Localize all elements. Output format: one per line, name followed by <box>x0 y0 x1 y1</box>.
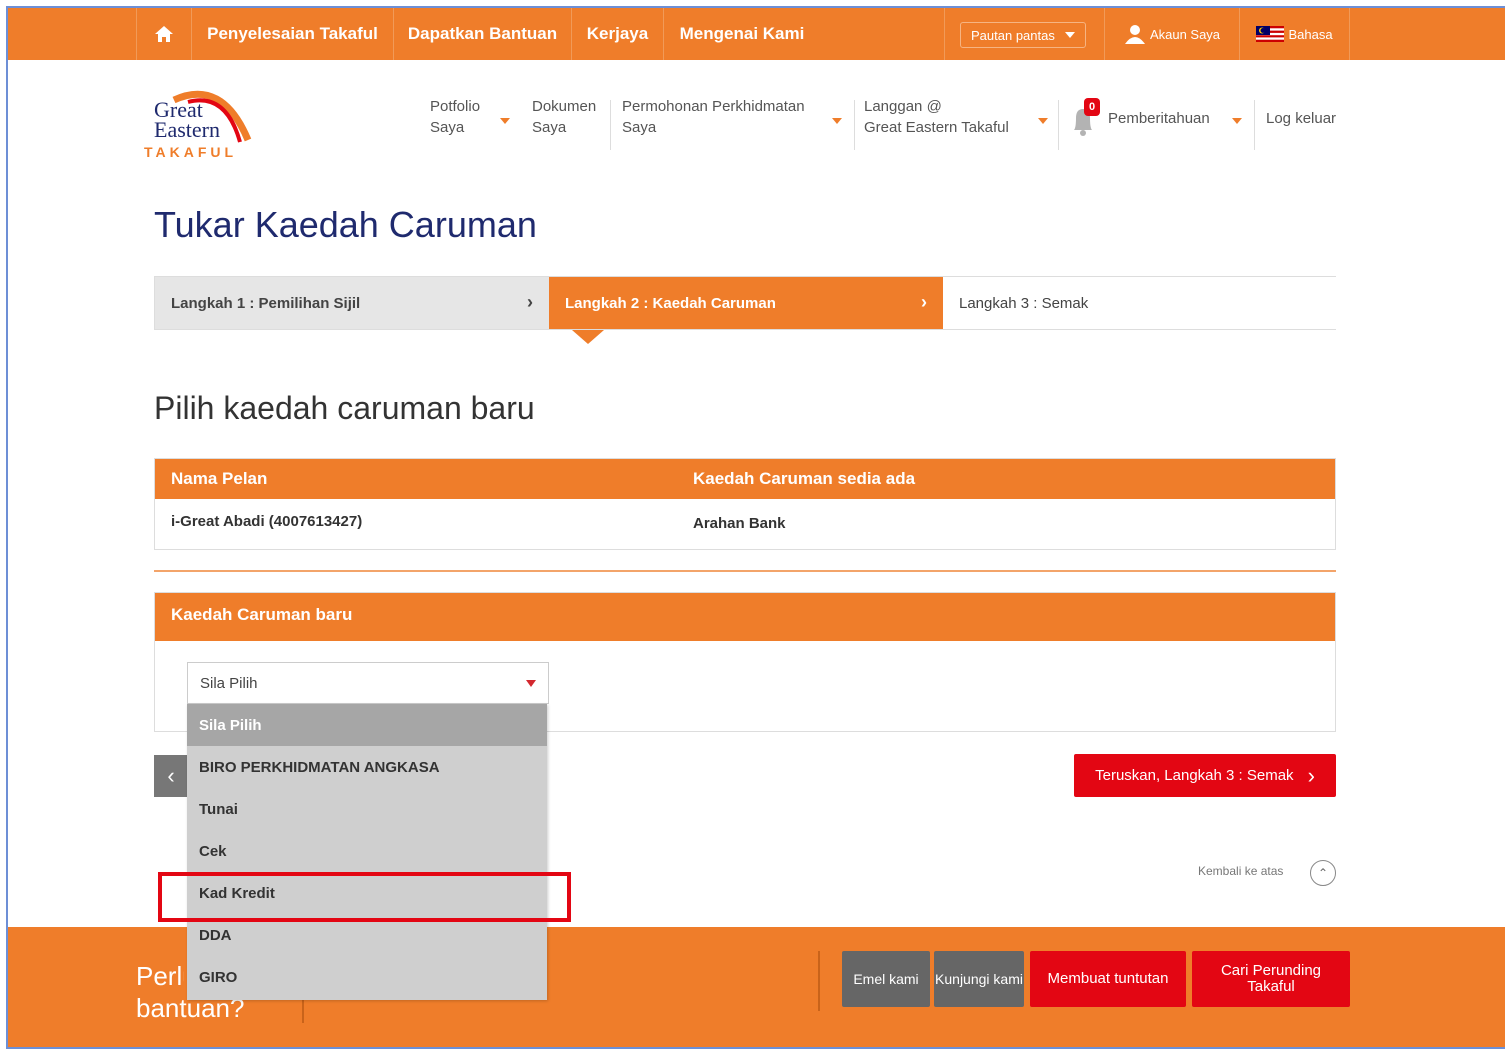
chevron-left-icon: ‹ <box>167 763 175 788</box>
malaysia-flag-icon <box>1256 26 1285 42</box>
step-1[interactable]: Langkah 1 : Pemilihan Sijil › <box>155 277 549 329</box>
find-agent-line2: Takaful <box>1247 978 1295 995</box>
nav-service-request[interactable]: Permohonan Perkhidmatan Saya <box>622 96 805 138</box>
language-link[interactable]: Bahasa <box>1240 8 1350 60</box>
divider <box>154 570 1336 572</box>
chevron-right-icon: › <box>1307 762 1315 788</box>
payment-method-select[interactable]: Sila Pilih <box>187 662 549 704</box>
great-eastern-takaful-logo[interactable]: Great Eastern TAKAFUL <box>144 78 264 168</box>
nav-portfolio-line2: Saya <box>430 119 465 136</box>
nav-divider <box>854 100 855 150</box>
help-text-line1: Perlu <box>136 961 184 991</box>
back-button[interactable]: ‹ <box>154 755 188 797</box>
nav-subscribe[interactable]: Langgan @ Great Eastern Takaful <box>864 96 1009 138</box>
plan-table: Nama Pelan Kaedah Caruman sedia ada i-Gr… <box>154 458 1336 550</box>
continue-button-label: Teruskan, Langkah 3 : Semak <box>1095 767 1294 784</box>
active-step-pointer <box>572 330 604 344</box>
page-title: Tukar Kaedah Caruman <box>154 204 537 245</box>
home-icon[interactable] <box>136 8 192 60</box>
nav-portfolio[interactable]: Potfolio Saya <box>430 96 480 138</box>
nav-notifications[interactable]: Pemberitahuan <box>1108 108 1210 129</box>
step-progress-bar: Langkah 1 : Pemilihan Sijil › Langkah 2 … <box>154 276 1336 330</box>
nav-documents[interactable]: Dokumen Saya <box>532 96 596 138</box>
nav-service-line2: Saya <box>622 119 657 136</box>
option-biro-perkhidmatan-angkasa[interactable]: BIRO PERKHIDMATAN ANGKASA <box>187 746 547 788</box>
chevron-down-icon[interactable] <box>500 118 510 124</box>
browser-frame: Penyelesaian Takaful Dapatkan Bantuan Ke… <box>6 6 1505 1049</box>
nav-divider <box>610 100 611 150</box>
select-value: Sila Pilih <box>200 675 258 692</box>
header-current-method: Kaedah Caruman sedia ada <box>693 469 916 488</box>
quick-links-dropdown[interactable]: Pautan pantas <box>960 22 1086 48</box>
user-icon <box>1124 25 1145 44</box>
section-title: Pilih kaedah caruman baru <box>154 390 535 426</box>
topnav-penyelesaian-takaful[interactable]: Penyelesaian Takaful <box>192 8 394 60</box>
step-3: Langkah 3 : Semak <box>943 277 1336 329</box>
chevron-right-icon: › <box>527 292 533 312</box>
step-1-label: Langkah 1 : Pemilihan Sijil <box>171 294 361 312</box>
chevron-up-icon[interactable]: ⌃ <box>1310 860 1336 886</box>
nav-divider <box>1254 100 1255 150</box>
option-sila-pilih[interactable]: Sila Pilih <box>187 704 547 746</box>
footer-divider <box>818 951 820 1011</box>
continue-step-3-button[interactable]: Teruskan, Langkah 3 : Semak › <box>1074 754 1336 797</box>
nav-portfolio-line1: Potfolio <box>430 98 481 115</box>
find-agent-line1: Cari Perunding <box>1220 962 1322 979</box>
chevron-down-icon <box>1064 32 1075 38</box>
top-navigation-bar: Penyelesaian Takaful Dapatkan Bantuan Ke… <box>8 8 1505 60</box>
cell-current-method: Arahan Bank <box>693 515 786 532</box>
chevron-down-icon[interactable] <box>832 118 842 124</box>
header-plan-name: Nama Pelan <box>171 469 268 488</box>
step-2-label: Langkah 2 : Kaedah Caruman <box>565 294 776 312</box>
back-to-top-label[interactable]: Kembali ke atas <box>1198 864 1283 878</box>
cell-plan-name: i-Great Abadi (4007613427) <box>171 513 363 530</box>
make-claim-button[interactable]: Membuat tuntutan <box>1030 951 1186 1007</box>
email-us-button[interactable]: Emel kami <box>842 951 930 1007</box>
table-row: i-Great Abadi (4007613427) Arahan Bank <box>155 499 1335 549</box>
logo-takaful: TAKAFUL <box>144 144 238 160</box>
visit-us-button[interactable]: Kunjungi kami <box>934 951 1024 1007</box>
nav-service-line1: Permohonan Perkhidmatan <box>622 98 805 115</box>
account-link[interactable]: Akaun Saya <box>1104 8 1240 60</box>
topnav-dapatkan-bantuan[interactable]: Dapatkan Bantuan <box>394 8 572 60</box>
chevron-down-icon[interactable] <box>1038 118 1048 124</box>
nav-documents-line2: Saya <box>532 119 567 136</box>
highlight-box-kad-kredit <box>158 872 571 922</box>
language-label: Bahasa <box>1288 26 1333 42</box>
topnav-kerjaya[interactable]: Kerjaya <box>572 8 664 60</box>
chevron-down-icon[interactable] <box>1232 118 1242 124</box>
bell-icon[interactable]: 0 <box>1070 98 1100 140</box>
dropdown-arrow-icon <box>526 680 536 687</box>
topnav-mengenai-kami[interactable]: Mengenai Kami <box>664 8 820 60</box>
option-tunai[interactable]: Tunai <box>187 788 547 830</box>
step-3-label: Langkah 3 : Semak <box>959 294 1089 312</box>
nav-documents-line1: Dokumen <box>532 98 597 115</box>
chevron-right-icon: › <box>921 292 927 312</box>
logout-link[interactable]: Log keluar <box>1266 108 1336 129</box>
nav-divider <box>1058 100 1059 150</box>
quick-links-label: Pautan pantas <box>971 27 1055 43</box>
account-label: Akaun Saya <box>1149 26 1221 42</box>
step-2-active: Langkah 2 : Kaedah Caruman › <box>549 277 943 329</box>
logo-eastern: Eastern <box>154 117 220 142</box>
option-cek[interactable]: Cek <box>187 830 547 872</box>
payment-method-options: Sila Pilih BIRO PERKHIDMATAN ANGKASA Tun… <box>187 704 547 1000</box>
nav-subscribe-line2: Great Eastern Takaful <box>864 119 1009 136</box>
option-giro[interactable]: GIRO <box>187 956 547 998</box>
new-method-header: Kaedah Caruman baru <box>155 593 1335 641</box>
nav-subscribe-line1: Langgan @ <box>864 98 942 115</box>
notification-count-badge: 0 <box>1084 98 1100 116</box>
find-agent-button[interactable]: Cari Perunding Takaful <box>1192 951 1350 1007</box>
plan-table-header: Nama Pelan Kaedah Caruman sedia ada <box>155 459 1335 499</box>
